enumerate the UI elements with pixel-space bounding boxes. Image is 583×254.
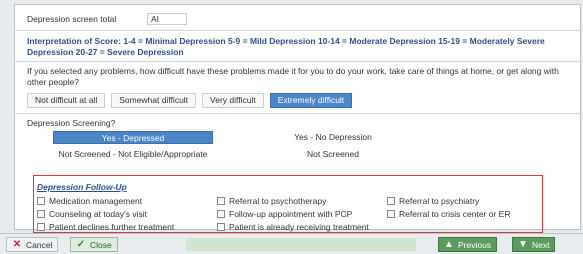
next-button[interactable]: ▼ Next — [512, 237, 556, 252]
followup-psychotherapy[interactable]: Referral to psychotherapy — [217, 195, 387, 206]
checkbox[interactable] — [37, 196, 45, 205]
followup-counseling[interactable]: Counseling at today's visit — [37, 208, 217, 219]
check-icon: ✓ — [76, 238, 86, 250]
followup-title: Depression Follow-Up — [37, 182, 127, 192]
followup-medication[interactable]: Medication management — [37, 195, 217, 206]
bottom-toolbar: ✕ Cancel ✓ Close ▲ Previous ▼ Next — [0, 233, 583, 254]
form-window: Depression screen total AI Interpretatio… — [0, 0, 583, 254]
score-label: Depression screen total — [27, 13, 117, 24]
close-button[interactable]: ✓ Close — [70, 237, 118, 252]
score-row: Depression screen total AI — [27, 12, 187, 25]
checkbox[interactable] — [37, 209, 45, 218]
option-not-difficult[interactable]: Not difficult at all — [27, 93, 106, 108]
checkbox[interactable] — [387, 209, 395, 218]
score-value-field[interactable]: AI — [147, 12, 187, 25]
difficulty-question: If you selected any problems, how diffic… — [27, 66, 559, 87]
status-strip — [186, 238, 416, 251]
divider — [15, 113, 580, 114]
option-yes-no-depression[interactable]: Yes - No Depression — [253, 131, 413, 144]
arrow-up-icon: ▲ — [444, 238, 454, 250]
followup-checklist: Medication management Referral to psycho… — [37, 195, 537, 232]
followup-psychiatry[interactable]: Referral to psychiatry — [387, 195, 537, 206]
screened-options: Yes - Depressed Yes - No Depression Not … — [53, 131, 413, 161]
checkbox[interactable] — [217, 222, 225, 231]
previous-button[interactable]: ▲ Previous — [438, 237, 498, 252]
option-yes-depressed[interactable]: Yes - Depressed — [53, 131, 213, 144]
checkbox[interactable] — [387, 196, 395, 205]
followup-section: Depression Follow-Up Medication manageme… — [33, 175, 543, 233]
option-very-difficult[interactable]: Very difficult — [202, 93, 264, 108]
checkbox[interactable] — [37, 222, 45, 231]
option-somewhat-difficult[interactable]: Somewhat difficult — [111, 93, 197, 108]
score-interpretation: Interpretation of Score: 1-4 = Minimal D… — [27, 36, 545, 57]
cancel-icon: ✕ — [12, 238, 22, 250]
form-panel: Depression screen total AI Interpretatio… — [14, 4, 581, 233]
option-extremely-difficult[interactable]: Extremely difficult — [269, 93, 353, 108]
followup-receiving-treatment[interactable]: Patient is already receiving treatment — [217, 221, 387, 232]
screened-title: Depression Screening? — [27, 118, 116, 128]
followup-declines[interactable]: Patient declines further treatment — [37, 221, 217, 232]
cancel-button[interactable]: ✕ Cancel — [6, 237, 59, 252]
divider — [15, 61, 580, 62]
divider — [15, 30, 580, 31]
option-not-screened[interactable]: Not Screened — [253, 148, 413, 161]
arrow-down-icon: ▼ — [518, 238, 528, 250]
checkbox[interactable] — [217, 196, 225, 205]
followup-pcp-appointment[interactable]: Follow-up appointment with PCP — [217, 208, 387, 219]
followup-crisis-referral[interactable]: Referral to crisis center or ER — [387, 208, 537, 219]
difficulty-options: Not difficult at all Somewhat difficult … — [27, 93, 353, 108]
option-not-screened-not-eligible[interactable]: Not Screened - Not Eligible/Appropriate — [53, 148, 213, 161]
checkbox[interactable] — [217, 209, 225, 218]
